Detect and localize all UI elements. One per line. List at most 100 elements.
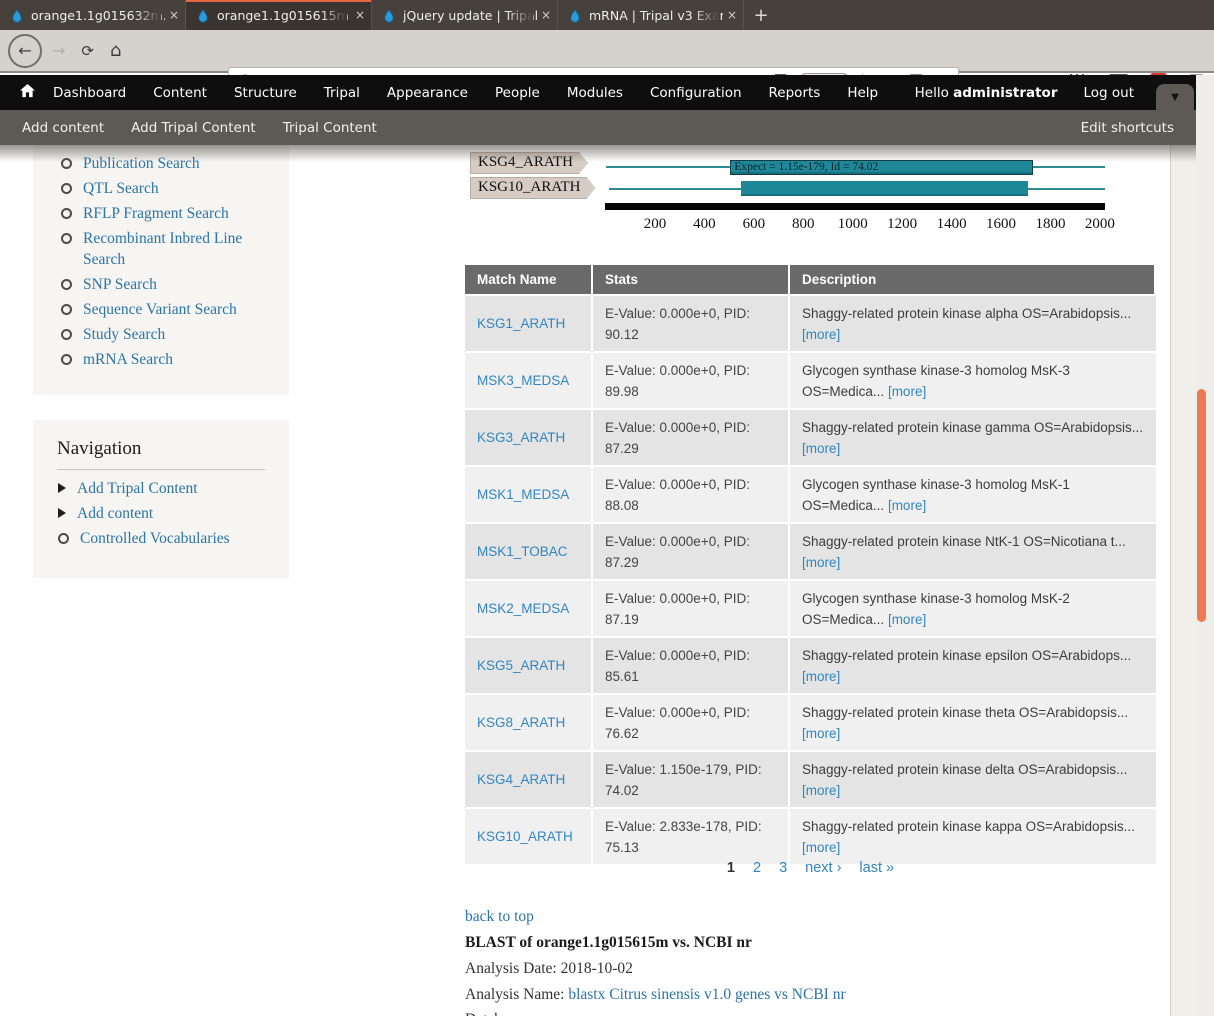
admin-menu-item[interactable]: Modules bbox=[567, 85, 623, 101]
more-link[interactable]: [more] bbox=[802, 327, 840, 342]
sidebar-search-link[interactable]: Publication Search bbox=[83, 153, 200, 174]
scrollbar-thumb[interactable] bbox=[1197, 389, 1206, 622]
admin-menu-item[interactable]: Content bbox=[153, 85, 207, 101]
tab-title-fade bbox=[321, 2, 347, 30]
next-page-link[interactable]: next › bbox=[805, 860, 841, 876]
shortcut-item[interactable]: Tripal Content bbox=[283, 120, 377, 136]
circle-bullet-icon bbox=[61, 233, 72, 244]
tab-close-icon[interactable]: × bbox=[727, 8, 737, 22]
admin-menu-item[interactable]: Structure bbox=[234, 85, 297, 101]
sidebar-nav-link[interactable]: Add Tripal Content bbox=[77, 478, 198, 499]
hit-track-label[interactable]: KSG10_ARATH bbox=[470, 177, 596, 199]
pagination: 1 23 next › last » bbox=[465, 860, 1156, 876]
back-to-top-link[interactable]: back to top bbox=[465, 908, 534, 926]
circle-bullet-icon bbox=[61, 183, 72, 194]
description-text: Shaggy-related protein kinase theta OS=A… bbox=[802, 705, 1128, 720]
admin-menu-item[interactable]: Help bbox=[847, 85, 878, 101]
browser-tab[interactable]: orange1.1g015632m.g | T × bbox=[0, 0, 186, 30]
stats-cell: E-Value: 0.000e+0, PID: 87.19 bbox=[593, 579, 790, 636]
hsp-bar[interactable] bbox=[741, 181, 1028, 196]
last-page-link[interactable]: last » bbox=[859, 860, 894, 876]
circle-bullet-icon bbox=[61, 158, 72, 169]
home-button[interactable]: ⌂ bbox=[110, 40, 121, 61]
more-link[interactable]: [more] bbox=[802, 441, 840, 456]
hsp-tooltip: Expect = 1.15e-179, Id = 74.02 bbox=[734, 161, 878, 174]
sidebar-search-link[interactable]: Study Search bbox=[83, 324, 165, 345]
username: administrator bbox=[953, 85, 1057, 101]
sidebar-search-link[interactable]: mRNA Search bbox=[83, 349, 173, 370]
sidebar-nav-link[interactable]: Controlled Vocabularies bbox=[80, 528, 230, 549]
description-text: Glycogen synthase kinase-3 homolog MsK-1… bbox=[802, 477, 1070, 513]
sidebar-search-link[interactable]: RFLP Fragment Search bbox=[83, 203, 229, 224]
browser-tab[interactable]: mRNA | Tripal v3 Exampl × bbox=[558, 0, 744, 30]
sidebar-search-block: Publication Search QTL Search RFLP Fragm… bbox=[33, 145, 289, 395]
list-item: RFLP Fragment Search bbox=[61, 203, 279, 224]
admin-menu-item[interactable]: Reports bbox=[769, 85, 821, 101]
admin-menu-item[interactable]: People bbox=[495, 85, 540, 101]
page-link[interactable]: 3 bbox=[779, 860, 787, 876]
list-item: Add Tripal Content bbox=[58, 478, 279, 499]
scrollbar-track[interactable] bbox=[1196, 75, 1214, 1016]
more-link[interactable]: [more] bbox=[802, 669, 840, 684]
edit-shortcuts-link[interactable]: Edit shortcuts bbox=[1081, 110, 1174, 145]
admin-menu-item[interactable]: Tripal bbox=[324, 85, 360, 101]
match-name-link[interactable]: KSG4_ARATH bbox=[477, 772, 565, 787]
browser-tab[interactable]: jQuery update | Tripal v3 × bbox=[372, 0, 558, 30]
match-name-link[interactable]: KSG3_ARATH bbox=[477, 430, 565, 445]
match-name-link[interactable]: KSG10_ARATH bbox=[477, 829, 573, 844]
sidebar-search-link[interactable]: Recombinant Inbred Line Search bbox=[83, 228, 279, 270]
admin-home-icon[interactable] bbox=[20, 84, 35, 102]
match-name-link[interactable]: KSG8_ARATH bbox=[477, 715, 565, 730]
analysis-name-link[interactable]: blastx Citrus sinensis v1.0 genes vs NCB… bbox=[568, 986, 845, 1003]
match-name-link[interactable]: KSG1_ARATH bbox=[477, 316, 565, 331]
shortcut-item[interactable]: Add Tripal Content bbox=[131, 120, 256, 136]
logout-link[interactable]: Log out bbox=[1083, 85, 1134, 101]
shortcut-item[interactable]: Add content bbox=[22, 120, 104, 136]
more-link[interactable]: [more] bbox=[802, 555, 840, 570]
analysis-name: Analysis Name: blastx Citrus sinensis v1… bbox=[465, 986, 846, 1004]
tab-close-icon[interactable]: × bbox=[169, 8, 179, 22]
hsp-bar[interactable]: Expect = 1.15e-179, Id = 74.02 bbox=[730, 160, 1032, 175]
match-name-link[interactable]: MSK2_MEDSA bbox=[477, 601, 569, 616]
back-button[interactable]: ← bbox=[8, 34, 42, 68]
table-row: MSK1_MEDSA E-Value: 0.000e+0, PID: 88.08… bbox=[465, 465, 1156, 522]
hit-track-label[interactable]: KSG4_ARATH bbox=[470, 152, 588, 174]
new-tab-button[interactable]: + bbox=[744, 0, 778, 30]
table-row: MSK1_TOBAC E-Value: 0.000e+0, PID: 87.29… bbox=[465, 522, 1156, 579]
drupal-favicon-icon bbox=[10, 8, 24, 22]
tab-close-icon[interactable]: × bbox=[541, 8, 551, 22]
more-link[interactable]: [more] bbox=[888, 612, 926, 627]
more-link[interactable]: [more] bbox=[802, 726, 840, 741]
sidebar-search-link[interactable]: SNP Search bbox=[83, 274, 157, 295]
description-text: Shaggy-related protein kinase delta OS=A… bbox=[802, 762, 1127, 777]
admin-menu-item[interactable]: Dashboard bbox=[53, 85, 126, 101]
match-name-link[interactable]: MSK1_TOBAC bbox=[477, 544, 568, 559]
more-link[interactable]: [more] bbox=[802, 783, 840, 798]
match-name-link[interactable]: MSK3_MEDSA bbox=[477, 373, 569, 388]
stats-cell: E-Value: 0.000e+0, PID: 90.12 bbox=[593, 294, 790, 351]
forward-button[interactable]: → bbox=[52, 41, 65, 60]
admin-menu-item[interactable]: Configuration bbox=[650, 85, 742, 101]
list-item: Recombinant Inbred Line Search bbox=[61, 228, 279, 270]
table-row: KSG5_ARATH E-Value: 0.000e+0, PID: 85.61… bbox=[465, 636, 1156, 693]
tab-close-icon[interactable]: × bbox=[355, 8, 365, 22]
sidebar-search-link[interactable]: Sequence Variant Search bbox=[83, 299, 237, 320]
match-name-link[interactable]: MSK1_MEDSA bbox=[477, 487, 569, 502]
stats-cell: E-Value: 0.000e+0, PID: 76.62 bbox=[593, 693, 790, 750]
more-link[interactable]: [more] bbox=[888, 384, 926, 399]
reload-button[interactable]: ⟳ bbox=[81, 42, 94, 60]
browser-tab[interactable]: orange1.1g015615m | Tri × bbox=[186, 0, 372, 30]
admin-toolbar: Dashboard Content Structure Tripal Appearanc… bbox=[0, 75, 1214, 110]
admin-menu-item[interactable]: Appearance bbox=[387, 85, 468, 101]
sidebar-nav-link[interactable]: Add content bbox=[77, 503, 153, 524]
sidebar-search-link[interactable]: QTL Search bbox=[83, 178, 159, 199]
column-header: Description bbox=[790, 265, 1156, 294]
circle-bullet-icon bbox=[61, 354, 72, 365]
clipped-text-line: Database: bbox=[465, 1010, 526, 1016]
more-link[interactable]: [more] bbox=[888, 498, 926, 513]
toolbar-toggle-button[interactable]: ▼ bbox=[1156, 84, 1194, 110]
stats-cell: E-Value: 0.000e+0, PID: 87.29 bbox=[593, 522, 790, 579]
more-link[interactable]: [more] bbox=[802, 840, 840, 855]
page-link[interactable]: 2 bbox=[753, 860, 761, 876]
match-name-link[interactable]: KSG5_ARATH bbox=[477, 658, 565, 673]
